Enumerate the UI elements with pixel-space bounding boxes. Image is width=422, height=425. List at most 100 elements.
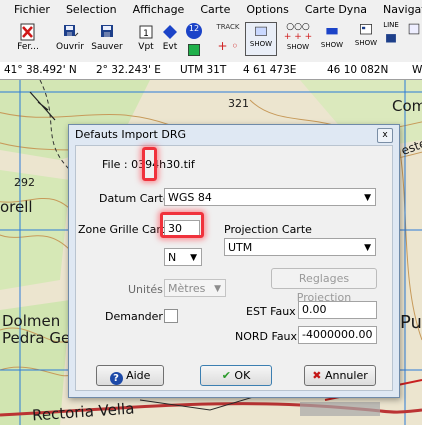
route-number-button[interactable]: 12 — [183, 19, 205, 58]
line-label: LINE — [383, 21, 399, 29]
ok-label: OK — [234, 369, 251, 382]
track-grid-icon — [360, 24, 372, 35]
utm-easting: 4 61 473E — [243, 64, 297, 76]
est-faux-label: EST Faux — [246, 305, 296, 318]
chevron-down-icon: ▼ — [364, 243, 371, 253]
show-label-4: SHOW — [354, 39, 378, 47]
waypoint-icon: 1 — [139, 25, 153, 39]
line-icon — [386, 34, 396, 43]
projection-label: Projection Carte — [224, 223, 312, 236]
hemisphere-select[interactable]: N ▼ — [164, 248, 202, 266]
show-button-4[interactable]: SHOW — [354, 20, 378, 48]
chevron-down-icon: ▼ — [364, 193, 371, 203]
unites-value: Mètres — [168, 282, 206, 295]
waypoint-label: Vpt — [138, 42, 154, 52]
map-label-dolmen: Dolmen — [2, 312, 61, 330]
close-file-button[interactable]: Fer... — [14, 20, 42, 52]
show-points-icon: ○○○ + + + — [283, 22, 313, 42]
reglages-projection-button[interactable]: Reglages Projection — [271, 268, 377, 304]
utm-zone: UTM 31T — [180, 64, 227, 76]
chevron-down-icon: ▼ — [190, 253, 197, 263]
menu-selection[interactable]: Selection — [58, 3, 125, 16]
map-label-pu: Pu — [400, 312, 422, 333]
waypoint-button[interactable]: 1 Vpt — [134, 20, 158, 52]
show-label-3: SHOW — [320, 41, 344, 49]
datum-label: Datum Carte — [99, 192, 170, 205]
aide-label: Aide — [126, 369, 151, 382]
save-icon — [101, 25, 113, 37]
projection-select[interactable]: UTM ▼ — [224, 238, 376, 256]
save-button[interactable]: Sauver — [90, 20, 124, 52]
nord-faux-value: -4000000.00 — [302, 328, 373, 341]
menu-fichier[interactable]: Fichier — [0, 3, 58, 16]
demander-checkbox[interactable] — [164, 309, 178, 323]
open-button[interactable]: Ouvrir — [54, 20, 86, 52]
close-file-label: Fer... — [17, 42, 39, 52]
event-label: Evt — [162, 42, 178, 52]
show-line-icon — [326, 28, 338, 35]
datum-select[interactable]: WGS 84 ▼ — [164, 188, 376, 206]
latitude: 41° 38.492' N — [4, 64, 77, 76]
nord-faux-input[interactable]: -4000000.00 — [298, 326, 377, 344]
route-green-icon — [188, 44, 200, 56]
show-label-1: SHOW — [249, 40, 273, 48]
show-map-icon — [255, 26, 267, 36]
track-label: TRACK — [216, 23, 240, 31]
extra-icon — [408, 23, 419, 35]
annuler-button[interactable]: ✖ Annuler — [304, 365, 376, 386]
highlight-file-zone — [142, 147, 157, 181]
annuler-label: Annuler — [324, 369, 368, 382]
projection-value: UTM — [228, 241, 253, 254]
utm-northing: 46 10 082N — [327, 64, 389, 76]
longitude: 2° 32.243' E — [96, 64, 161, 76]
dialog-title: Defauts Import DRG — [75, 128, 187, 141]
coord-extra: W — [412, 64, 422, 76]
event-diamond-icon — [163, 25, 177, 39]
dialog-close-button[interactable]: x — [377, 128, 393, 143]
hemisphere-value: N — [168, 251, 177, 264]
menu-options[interactable]: Options — [238, 3, 296, 16]
open-label: Ouvrir — [55, 42, 84, 52]
dialog-client-area: File : 0394h30.tif Datum Carte WGS 84 ▼ … — [75, 145, 393, 391]
menu-carte[interactable]: Carte — [192, 3, 238, 16]
map-label-com: Com — [392, 97, 422, 115]
zone-label: Zone Grille Carte — [78, 223, 173, 236]
menu-carte-dyna[interactable]: Carte Dyna — [297, 3, 375, 16]
line-button[interactable]: LINE — [380, 20, 402, 46]
svg-text:1: 1 — [143, 29, 149, 39]
nord-faux-label: NORD Faux — [235, 330, 298, 343]
event-button[interactable]: Evt — [158, 20, 182, 52]
menu-affichage[interactable]: Affichage — [125, 3, 193, 16]
coordinate-status-bar: 41° 38.492' N 2° 32.243' E UTM 31T 4 61 … — [0, 62, 422, 80]
show-label-2: SHOW — [286, 43, 310, 51]
import-drg-dialog: Defauts Import DRG x File : 0394h30.tif … — [68, 124, 400, 398]
open-icon — [64, 25, 79, 37]
extra-toolbar-button[interactable] — [405, 20, 422, 36]
menu-navigation[interactable]: Navigation — [375, 3, 422, 16]
show-button-2[interactable]: ○○○ + + + SHOW — [283, 22, 313, 52]
chevron-down-icon: ▼ — [214, 284, 221, 294]
close-file-icon — [20, 23, 35, 41]
datum-value: WGS 84 — [168, 191, 212, 204]
highlight-zone-input — [160, 212, 204, 238]
cancel-x-icon: ✖ — [312, 369, 322, 382]
track-button[interactable]: TRACK + ◦ — [210, 22, 246, 52]
aide-button[interactable]: ? Aide — [96, 365, 164, 386]
est-faux-input[interactable]: 0.00 — [298, 301, 377, 319]
map-label-pedra: Pedra Ge — [2, 329, 71, 347]
show-button-1[interactable]: SHOW — [245, 22, 277, 56]
demander-label: Demander — [105, 310, 163, 323]
toolbar: Fer... Ouvrir Sauver 1 Vpt Evt 12 TRACK … — [0, 18, 422, 63]
save-label: Sauver — [91, 42, 123, 52]
map-label-orell: orell — [0, 198, 33, 216]
track-markers-icon: + ◦ — [217, 39, 239, 53]
route-number-label: 12 — [188, 24, 200, 33]
est-faux-value: 0.00 — [302, 303, 327, 316]
unites-label: Unités — [128, 283, 163, 296]
unites-select[interactable]: Mètres ▼ — [164, 279, 226, 297]
check-icon: ✔ — [221, 369, 231, 382]
map-label-292: 292 — [14, 176, 35, 189]
menu-bar: Fichier Selection Affichage Carte Option… — [0, 0, 422, 19]
ok-button[interactable]: ✔ OK — [200, 365, 272, 386]
show-button-3[interactable]: SHOW — [318, 22, 346, 50]
